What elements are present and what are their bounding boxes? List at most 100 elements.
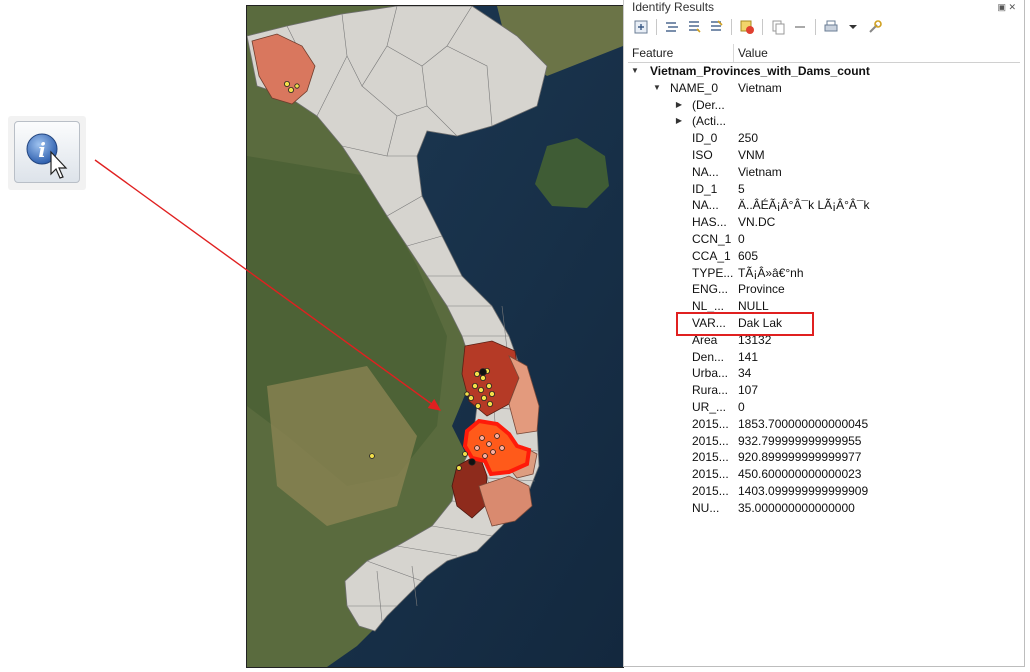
column-header-feature[interactable]: Feature bbox=[628, 44, 734, 62]
svg-text:i: i bbox=[38, 138, 46, 162]
attribute-row-ur[interactable]: UR_... 0 bbox=[628, 399, 1020, 416]
attribute-key: 2015... bbox=[692, 433, 729, 448]
attribute-key: CCN_1 bbox=[692, 231, 732, 246]
expand-new-results-icon bbox=[666, 22, 678, 32]
varname-highlight-box bbox=[676, 312, 814, 336]
settings-button[interactable] bbox=[866, 18, 884, 36]
expand-new-results-button[interactable] bbox=[663, 18, 681, 36]
expand-all-button[interactable] bbox=[707, 18, 725, 36]
map-canvas[interactable] bbox=[246, 5, 624, 668]
results-header: Feature Value bbox=[628, 44, 1020, 63]
print-icon bbox=[824, 20, 838, 32]
expand-tree-icon bbox=[634, 20, 648, 34]
panel-title: Identify Results bbox=[632, 0, 715, 14]
feature-node[interactable]: ▼ NAME_0 Vietnam bbox=[628, 80, 1020, 97]
attribute-row-2015-d[interactable]: 2015... 450.600000000000023 bbox=[628, 466, 1020, 483]
attribute-row-name-country[interactable]: NA... Vietnam bbox=[628, 164, 1020, 181]
attribute-key: TYPE... bbox=[692, 265, 734, 280]
identify-info-cursor-icon: i bbox=[26, 133, 68, 179]
layer-node[interactable]: ▼ Vietnam_Provinces_with_Dams_count bbox=[628, 63, 1020, 80]
attribute-key: NA... bbox=[692, 164, 719, 179]
actions-label: (Acti... bbox=[692, 114, 727, 129]
attribute-value: 932.799999999999955 bbox=[738, 433, 862, 448]
attribute-key: ENG... bbox=[692, 282, 729, 297]
attribute-value: 450.600000000000023 bbox=[738, 467, 862, 482]
clear-results-icon bbox=[740, 20, 754, 34]
attribute-row-name-province[interactable]: NA... Ä..ÂÉÃ¡Â°Â¯k LÃ¡Â°Â¯k bbox=[628, 197, 1020, 214]
attribute-key: Rura... bbox=[692, 383, 729, 398]
attribute-key: ISO bbox=[692, 147, 713, 162]
wrench-icon bbox=[869, 20, 882, 33]
attribute-row-urban[interactable]: Urba... 34 bbox=[628, 365, 1020, 382]
expand-triangle-icon[interactable]: ▶ bbox=[674, 113, 684, 130]
collapse-all-button[interactable] bbox=[685, 18, 703, 36]
derived-label: (Der... bbox=[692, 97, 725, 112]
attribute-value: Ä..ÂÉÃ¡Â°Â¯k LÃ¡Â°Â¯k bbox=[738, 198, 870, 213]
attribute-value: VNM bbox=[738, 147, 765, 162]
attribute-row-id0[interactable]: ID_0 250 bbox=[628, 130, 1020, 147]
clear-results-button[interactable] bbox=[738, 18, 756, 36]
feature-key: NAME_0 bbox=[670, 80, 719, 95]
attribute-value: TÃ¡Â»â€°nh bbox=[738, 265, 804, 280]
attribute-key: ID_1 bbox=[692, 181, 718, 196]
attribute-row-num-dams[interactable]: NU... 35.000000000000000 bbox=[628, 500, 1020, 517]
toolbar-separator bbox=[731, 19, 732, 35]
attribute-key: ID_0 bbox=[692, 131, 718, 146]
panel-window-controls[interactable]: ▣ ✕ bbox=[997, 2, 1016, 13]
attribute-row-engtype[interactable]: ENG... Province bbox=[628, 281, 1020, 298]
chevron-down-icon bbox=[849, 25, 857, 29]
link-button[interactable] bbox=[791, 18, 809, 36]
attribute-key: UR_... bbox=[692, 399, 727, 414]
identify-mode-dropdown[interactable] bbox=[844, 18, 862, 36]
collapse-triangle-icon[interactable]: ▼ bbox=[630, 63, 640, 80]
toolbar-separator bbox=[762, 19, 763, 35]
attribute-row-type[interactable]: TYPE... TÃ¡Â»â€°nh bbox=[628, 265, 1020, 282]
attribute-value: 34 bbox=[738, 366, 752, 381]
attribute-value: 5 bbox=[738, 181, 745, 196]
derived-node[interactable]: ▶ (Der... bbox=[628, 97, 1020, 114]
attribute-value: 35.000000000000000 bbox=[738, 500, 855, 515]
attribute-value: Vietnam bbox=[738, 164, 782, 179]
attribute-key: Urba... bbox=[692, 366, 729, 381]
attribute-value: 920.899999999999977 bbox=[738, 450, 862, 465]
attribute-key: 2015... bbox=[692, 450, 729, 465]
toolbar-separator bbox=[815, 19, 816, 35]
attribute-row-ccn1[interactable]: CCN_1 0 bbox=[628, 231, 1020, 248]
attribute-row-hasc[interactable]: HAS... VN.DC bbox=[628, 214, 1020, 231]
attribute-row-2015-e[interactable]: 2015... 1403.099999999999909 bbox=[628, 483, 1020, 500]
attribute-value: 0 bbox=[738, 231, 745, 246]
layer-name: Vietnam_Provinces_with_Dams_count bbox=[650, 64, 870, 78]
identify-features-button[interactable]: i bbox=[14, 121, 80, 183]
attribute-row-2015-b[interactable]: 2015... 932.799999999999955 bbox=[628, 433, 1020, 450]
attribute-row-iso[interactable]: ISO VNM bbox=[628, 147, 1020, 164]
attribute-value: 250 bbox=[738, 131, 759, 146]
feature-value: Vietnam bbox=[738, 80, 782, 95]
copy-feature-button[interactable] bbox=[769, 18, 787, 36]
link-icon bbox=[795, 26, 805, 28]
column-header-value[interactable]: Value bbox=[734, 44, 768, 62]
attribute-value: Province bbox=[738, 282, 785, 297]
attribute-value: 107 bbox=[738, 383, 759, 398]
attribute-row-density[interactable]: Den... 141 bbox=[628, 349, 1020, 366]
attribute-row-2015-a[interactable]: 2015... 1853.700000000000045 bbox=[628, 416, 1020, 433]
identify-tool-button-frame: i bbox=[8, 116, 86, 190]
toolbar-separator bbox=[656, 19, 657, 35]
attribute-key: NA... bbox=[692, 198, 719, 213]
attribute-value: 1403.099999999999909 bbox=[738, 483, 869, 498]
attribute-row-2015-c[interactable]: 2015... 920.899999999999977 bbox=[628, 449, 1020, 466]
attribute-row-cca1[interactable]: CCA_1 605 bbox=[628, 248, 1020, 265]
collapse-all-icon bbox=[689, 21, 701, 33]
attribute-row-rural[interactable]: Rura... 107 bbox=[628, 382, 1020, 399]
actions-node[interactable]: ▶ (Acti... bbox=[628, 113, 1020, 130]
expand-tree-button[interactable] bbox=[632, 18, 650, 36]
attribute-value: 1853.700000000000045 bbox=[738, 416, 869, 431]
attribute-value: 0 bbox=[738, 399, 745, 414]
expand-triangle-icon[interactable]: ▶ bbox=[674, 97, 684, 114]
attribute-key: CCA_1 bbox=[692, 248, 731, 263]
attribute-key: 2015... bbox=[692, 416, 729, 431]
print-button[interactable] bbox=[822, 18, 840, 36]
attribute-row-id1[interactable]: ID_1 5 bbox=[628, 181, 1020, 198]
attribute-key: 2015... bbox=[692, 467, 729, 482]
collapse-triangle-icon[interactable]: ▼ bbox=[652, 80, 662, 97]
copy-icon bbox=[772, 20, 785, 35]
